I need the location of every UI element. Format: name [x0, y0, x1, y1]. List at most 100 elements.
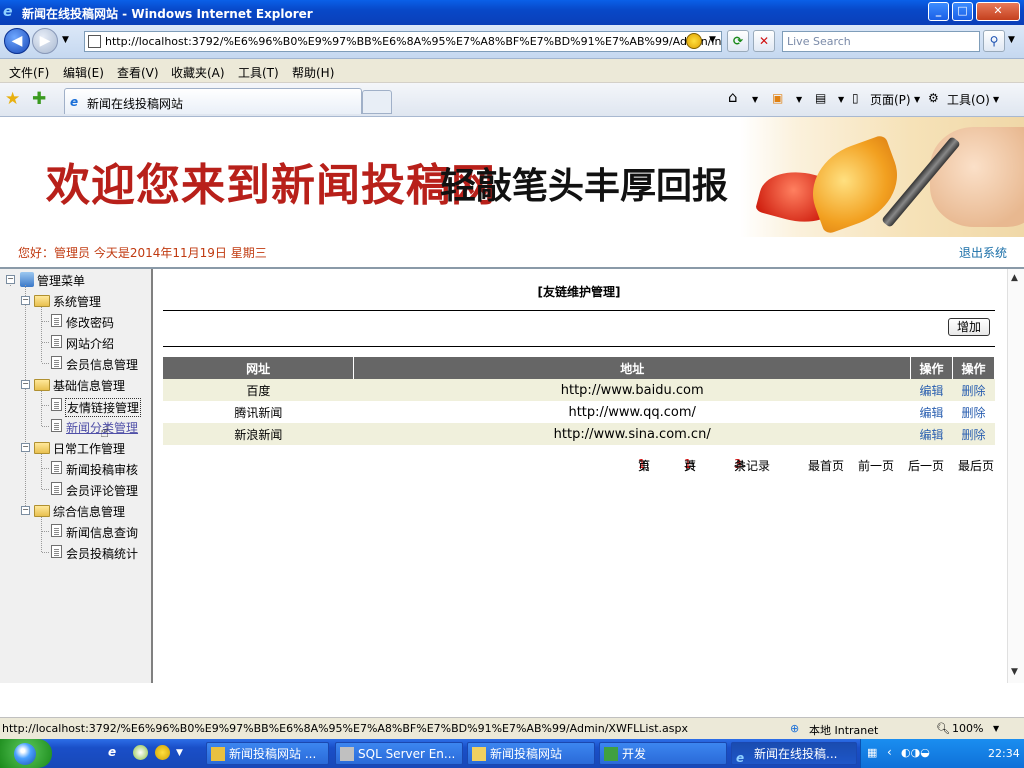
quicklaunch-ie-icon[interactable]: e: [108, 745, 116, 759]
favorites-star-icon[interactable]: ★: [5, 89, 20, 109]
feeds-dropdown-icon[interactable]: ▼: [796, 95, 802, 104]
menu-favorites[interactable]: 收藏夹(A): [171, 64, 225, 81]
menu-view[interactable]: 查看(V): [117, 64, 159, 81]
cell-url: http://www.sina.com.cn/: [353, 423, 911, 445]
tree-item-friend-links[interactable]: 友情链接管理: [65, 398, 142, 417]
computer-icon: [20, 272, 34, 287]
menu-edit[interactable]: 编辑(E): [63, 64, 104, 81]
group-toggle-icon[interactable]: −: [21, 296, 30, 305]
home-dropdown-icon[interactable]: ▼: [752, 95, 758, 104]
task-icon: [211, 747, 225, 761]
new-tab-button[interactable]: [362, 90, 392, 114]
quicklaunch-icon[interactable]: [133, 745, 148, 760]
close-button[interactable]: ✕: [976, 2, 1020, 21]
column-header-site: 网址: [163, 357, 355, 379]
keyboard-icon[interactable]: ▦: [867, 746, 877, 759]
forward-button[interactable]: ▶: [32, 28, 58, 54]
hand-image: [930, 127, 1024, 227]
tree-group-system[interactable]: 系统管理: [53, 293, 101, 310]
logout-link[interactable]: 退出系统: [959, 244, 1007, 261]
tree-group-basic[interactable]: 基础信息管理: [53, 377, 125, 394]
title-bar: e 新闻在线投稿网站 - Windows Internet Explorer _…: [0, 0, 1024, 25]
status-zoom[interactable]: 100%: [952, 722, 983, 735]
table-header-row: 网址 地址 操作 操作: [163, 357, 995, 379]
status-url: http://localhost:3792/%E6%96%B0%E9%97%BB…: [2, 722, 688, 735]
banner-illustration: [740, 117, 1024, 237]
add-button[interactable]: 增加: [948, 318, 990, 336]
page-dropdown-icon[interactable]: ▼: [914, 95, 920, 104]
feeds-icon[interactable]: ▣: [772, 91, 783, 105]
cell-url: http://www.baidu.com: [353, 379, 911, 401]
search-input[interactable]: Live Search: [782, 31, 980, 52]
pager-label: 条记录: [734, 459, 771, 473]
taskbar-item-active[interactable]: e 新闻在线投稿...: [731, 742, 857, 765]
zoom-dropdown-icon[interactable]: ▼: [993, 724, 999, 733]
tab-current[interactable]: e 新闻在线投稿网站: [64, 88, 362, 114]
edit-link[interactable]: 编辑: [910, 379, 953, 401]
group-toggle-icon[interactable]: −: [21, 506, 30, 515]
pager-next-link[interactable]: 后一页: [908, 457, 944, 474]
page-menu[interactable]: 页面(P): [870, 91, 911, 108]
compat-icon[interactable]: [686, 33, 702, 49]
taskbar-item[interactable]: 新闻投稿网站: [467, 742, 595, 765]
collapse-icon[interactable]: −: [6, 275, 15, 284]
edit-link[interactable]: 编辑: [910, 423, 953, 445]
delete-link[interactable]: 删除: [953, 401, 995, 423]
pager-last-link[interactable]: 最后页: [958, 457, 994, 474]
group-toggle-icon[interactable]: −: [21, 380, 30, 389]
banner-headline: 欢迎您来到新闻投稿网: [46, 160, 496, 211]
menu-help[interactable]: 帮助(H): [292, 64, 334, 81]
taskbar-item[interactable]: SQL Server En...: [335, 742, 463, 765]
back-button[interactable]: ◀: [4, 28, 30, 54]
search-options-icon[interactable]: ▼: [1008, 35, 1015, 45]
delete-link[interactable]: 删除: [952, 423, 995, 445]
print-dropdown-icon[interactable]: ▼: [838, 95, 844, 104]
tools-menu[interactable]: 工具(O): [947, 91, 990, 108]
page-menu-icon[interactable]: ▯: [852, 91, 859, 105]
tree-item-member-info[interactable]: 会员信息管理: [66, 356, 138, 373]
stop-icon[interactable]: ✕: [753, 30, 775, 52]
tree-item-news-review[interactable]: 新闻投稿审核: [66, 461, 138, 478]
refresh-icon[interactable]: ⟳: [727, 30, 749, 52]
page-icon: [51, 545, 62, 558]
quicklaunch-icon[interactable]: [155, 745, 170, 760]
search-icon[interactable]: ⚲: [983, 30, 1005, 52]
quicklaunch-more-icon[interactable]: ▼: [176, 748, 183, 758]
pager-prev-link[interactable]: 前一页: [858, 457, 894, 474]
minimize-button[interactable]: _: [928, 2, 949, 21]
tray-icons[interactable]: ◐◑◒: [901, 746, 930, 759]
maximize-button[interactable]: □: [952, 2, 973, 21]
tree-group-general[interactable]: 综合信息管理: [53, 503, 125, 520]
tree-item-member-comments[interactable]: 会员评论管理: [66, 482, 138, 499]
links-table: 网址 地址 操作 操作 百度 http://www.baidu.com 编辑 删…: [163, 357, 995, 445]
home-icon[interactable]: ⌂: [728, 88, 738, 106]
delete-link[interactable]: 删除: [952, 379, 995, 401]
group-toggle-icon[interactable]: −: [21, 443, 30, 452]
tree-item-site-intro[interactable]: 网站介绍: [66, 335, 114, 352]
tools-dropdown-icon[interactable]: ▼: [993, 95, 999, 104]
tree-item-change-password[interactable]: 修改密码: [66, 314, 114, 331]
address-bar[interactable]: http://localhost:3792/%E6%96%B0%E9%97%BB…: [84, 31, 722, 52]
scroll-down-icon[interactable]: ▼: [1011, 667, 1018, 677]
tray-expand-icon[interactable]: ‹: [887, 745, 892, 759]
start-button[interactable]: [0, 739, 52, 768]
pager-first-link[interactable]: 最首页: [808, 457, 844, 474]
title-divider: [163, 310, 995, 311]
add-favorite-icon[interactable]: ✚: [32, 89, 46, 109]
zoom-icon[interactable]: 🔍︎: [936, 722, 950, 735]
tree-group-daily[interactable]: 日常工作管理: [53, 440, 125, 457]
tree-item-news-query[interactable]: 新闻信息查询: [66, 524, 138, 541]
address-dropdown-icon[interactable]: ▼: [709, 35, 716, 45]
cell-url: http://www.qq.com/: [568, 404, 696, 420]
menu-file[interactable]: 文件(F): [9, 64, 49, 81]
history-dropdown-icon[interactable]: ▼: [62, 35, 69, 45]
vertical-scrollbar[interactable]: ▲ ▼: [1007, 269, 1024, 683]
taskbar-item[interactable]: 开发: [599, 742, 727, 765]
menu-tools[interactable]: 工具(T): [238, 64, 279, 81]
tools-gear-icon[interactable]: ⚙: [928, 91, 939, 105]
print-icon[interactable]: ▤: [815, 91, 826, 105]
scroll-up-icon[interactable]: ▲: [1011, 273, 1018, 283]
tree-item-member-stats[interactable]: 会员投稿统计: [66, 545, 138, 562]
taskbar-item[interactable]: 新闻投稿网站 ...: [206, 742, 329, 765]
edit-link[interactable]: 编辑: [911, 401, 953, 423]
